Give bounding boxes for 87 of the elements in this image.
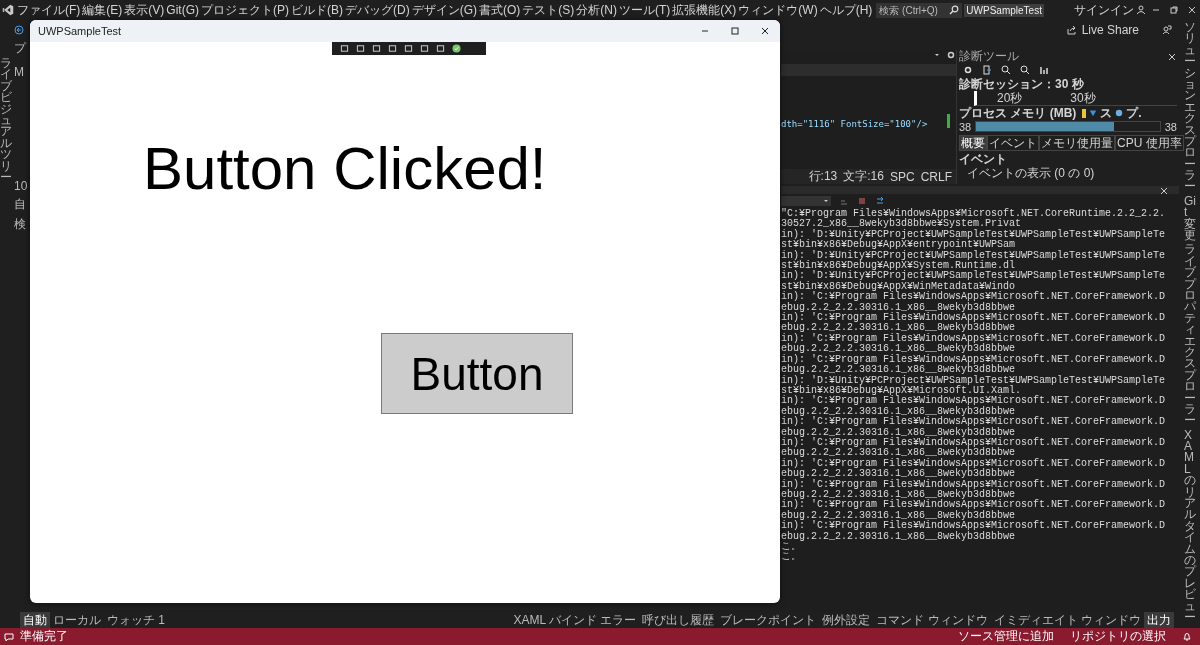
- session-label: 診断セッション：30 秒: [959, 77, 1085, 91]
- editor-status-item: SPC: [889, 169, 915, 184]
- message-text: Button Clicked!: [143, 134, 547, 203]
- output-line: in): 'C:¥Program Files¥WindowsApps¥Microsoft.NET.CoreFramework.Debug.2.2_2.2.30316.1_x86__8wekyb3d8bbwe: [781, 521, 1167, 542]
- legend-label: ス: [1100, 104, 1113, 122]
- menu-item[interactable]: ウィンドウ(W): [738, 1, 818, 19]
- person-icon[interactable]: [1136, 5, 1146, 15]
- menu-item[interactable]: ビルド(B): [291, 1, 343, 19]
- chart-icon[interactable]: [1039, 65, 1049, 75]
- close-icon: [760, 26, 770, 36]
- menu-item[interactable]: テスト(S): [522, 1, 575, 19]
- zoom-in-icon[interactable]: [1001, 65, 1011, 75]
- panel-title: 診断ツール: [959, 48, 1019, 65]
- tab[interactable]: ブレークポイント: [717, 611, 820, 629]
- tab[interactable]: イベント: [987, 135, 1039, 151]
- side-tool-tab[interactable]: ライブビジュアルツリー: [0, 58, 12, 184]
- side-tool-tab[interactable]: Git変更: [1184, 195, 1196, 242]
- section-title: イベント: [959, 152, 1008, 166]
- export-icon[interactable]: [982, 65, 992, 75]
- tab[interactable]: 例外設定: [819, 611, 874, 629]
- output-line: こ。: [781, 552, 802, 563]
- side-tool-tab[interactable]: XAMLのリアルタイムのプレビュー: [1184, 429, 1196, 624]
- restore-icon: [1169, 5, 1179, 15]
- menu-item[interactable]: 表示(V): [124, 1, 165, 19]
- sign-in-link[interactable]: サインイン: [1074, 1, 1134, 19]
- side-tool-tab[interactable]: ライブプロパティエクスプローラー: [1184, 244, 1196, 427]
- output-line: こ。: [781, 542, 802, 552]
- wrap-icon[interactable]: [875, 196, 885, 206]
- legend-label: プ.: [1126, 104, 1142, 122]
- panel-fragment-text: 検: [14, 216, 27, 233]
- tab[interactable]: イミディエイト ウィンドウ: [990, 611, 1144, 629]
- close-icon[interactable]: [1167, 51, 1177, 62]
- tab[interactable]: ウォッチ 1: [104, 611, 168, 629]
- tab[interactable]: ローカル: [50, 611, 104, 629]
- menu-item[interactable]: ツール(T): [619, 1, 671, 19]
- menu-item[interactable]: 拡張機能(X): [672, 1, 737, 19]
- tab[interactable]: CPU 使用率: [1115, 135, 1184, 151]
- back-icon[interactable]: [14, 25, 24, 35]
- button[interactable]: Button: [381, 333, 573, 414]
- maximize-icon: [730, 26, 740, 36]
- panel-fragment-text: プ: [14, 40, 28, 57]
- share-icon[interactable]: [1066, 25, 1077, 35]
- tab[interactable]: 呼び出し履歴: [639, 611, 718, 629]
- menu-item[interactable]: ファイル(F): [17, 1, 81, 19]
- editor-status-item: 行:13: [808, 168, 838, 185]
- tab[interactable]: 自動: [20, 611, 50, 629]
- menu-item[interactable]: ヘルプ(H): [819, 1, 873, 19]
- menu-item[interactable]: Git(G): [166, 3, 199, 17]
- axis-label: 38: [959, 120, 972, 133]
- solution-name: UWPSampleTest: [964, 3, 1044, 17]
- side-tool-tab[interactable]: ソリューションエクスプローラー: [1184, 22, 1196, 193]
- status-message: 準備完了: [20, 628, 68, 645]
- menu-item[interactable]: 書式(O): [479, 1, 521, 19]
- panel-fragment-text: 自: [14, 196, 27, 213]
- tab[interactable]: メモリ使用量: [1039, 135, 1115, 151]
- close-icon[interactable]: [1159, 186, 1169, 196]
- logo-icon: [2, 4, 14, 16]
- code-line: dth="1116" FontSize="100"/>: [781, 118, 928, 129]
- window-title: UWPSampleTest: [38, 25, 122, 37]
- bell-icon[interactable]: [1182, 631, 1192, 642]
- timeline-ruler[interactable]: 20秒 30秒: [974, 91, 1177, 106]
- editor-status-item: CRLF: [920, 169, 952, 184]
- menu-item[interactable]: デザイン(G): [411, 1, 477, 19]
- live-share-button[interactable]: Live Share: [1081, 23, 1139, 37]
- section-title: プロセス メモリ (MB): [959, 104, 1077, 122]
- events-link[interactable]: イベントの表示 (0 の 0): [967, 166, 1177, 180]
- chat-icon: [4, 631, 14, 642]
- menu-item[interactable]: 編集(E): [82, 1, 123, 19]
- search-icon: [949, 5, 960, 15]
- zoom-out-icon[interactable]: [1020, 65, 1030, 75]
- panel-fragment-text: M: [14, 65, 25, 79]
- menu-item[interactable]: デバッグ(D): [345, 1, 410, 19]
- panel-fragment-text: 10: [14, 179, 29, 193]
- menu-item[interactable]: プロジェクト(P): [201, 1, 289, 19]
- change-marker: [947, 114, 950, 128]
- feedback-icon[interactable]: [1162, 25, 1172, 35]
- menu-item[interactable]: 分析(N): [576, 1, 617, 19]
- check-circle-icon[interactable]: [452, 44, 461, 53]
- search-field[interactable]: 検索 (Ctrl+Q): [876, 2, 963, 18]
- axis-label: 38: [1164, 120, 1177, 133]
- repository-button[interactable]: リポジトリの選択: [1070, 628, 1166, 645]
- tab[interactable]: XAML バインド エラー: [510, 611, 640, 629]
- tab[interactable]: 概要: [959, 135, 987, 151]
- close-icon: [1187, 5, 1197, 15]
- tab[interactable]: コマンド ウィンドウ: [873, 611, 991, 629]
- editor-status-item: 文字:16: [843, 168, 884, 185]
- source-control-button[interactable]: ソース管理に追加: [958, 628, 1054, 645]
